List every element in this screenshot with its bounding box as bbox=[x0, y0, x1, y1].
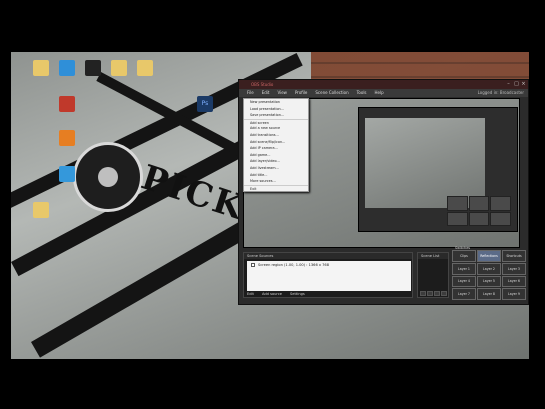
folder-icon[interactable] bbox=[137, 60, 153, 76]
menu-item-view[interactable]: View bbox=[277, 89, 287, 97]
move-down-button[interactable] bbox=[441, 291, 447, 296]
pdf-icon[interactable] bbox=[59, 96, 75, 112]
switches-grid: Clips Reflections Shortcuts Layer 1 Layer 2L… bbox=[452, 250, 526, 300]
source-checkbox[interactable] bbox=[251, 263, 255, 267]
add-source-button[interactable]: Add source bbox=[262, 292, 282, 296]
menu-item-file[interactable]: File bbox=[247, 89, 254, 97]
switch-button[interactable]: Layer 7 bbox=[452, 288, 476, 300]
maximize-icon[interactable]: □ bbox=[513, 81, 520, 87]
add-scene-button[interactable] bbox=[420, 291, 426, 296]
menu-item[interactable]: Add a new source bbox=[244, 125, 308, 132]
menu-item[interactable]: Add scene/flip/icon... bbox=[244, 139, 308, 146]
switch-button[interactable]: Layer 9 bbox=[502, 288, 526, 300]
switch-button[interactable]: Shortcuts bbox=[502, 250, 526, 262]
photoshop-icon[interactable]: Ps bbox=[197, 96, 213, 112]
sources-title: Scene Sources bbox=[244, 253, 412, 259]
switch-button[interactable]: Layer 1 bbox=[452, 262, 476, 275]
menu-item-help[interactable]: Help bbox=[375, 89, 384, 97]
desktop: PICK U Ps OBS Studio – □ × File Edit Vie… bbox=[11, 52, 529, 359]
switch-button[interactable]: Layer 6 bbox=[502, 275, 526, 288]
switch-button[interactable]: Layer 8 bbox=[477, 288, 501, 300]
minimize-icon[interactable]: – bbox=[505, 81, 512, 87]
wallpaper-logo bbox=[73, 142, 143, 212]
menu-item[interactable]: Add livestream... bbox=[244, 165, 308, 172]
menu-bar: File Edit View Profile Scene Collection … bbox=[239, 89, 528, 97]
menu-item[interactable]: Add screen bbox=[244, 118, 308, 126]
globe-icon[interactable] bbox=[59, 166, 75, 182]
scenes-panel: Scene List bbox=[417, 252, 449, 298]
menu-item[interactable]: Load presentation... bbox=[244, 106, 308, 113]
folder-icon[interactable] bbox=[33, 60, 49, 76]
switch-button[interactable]: Layer 5 bbox=[477, 275, 501, 288]
list-item[interactable]: Screen region (1.00, 1.00) : 1366 x 768 bbox=[247, 261, 411, 269]
app-icon[interactable] bbox=[59, 60, 75, 76]
menu-item[interactable]: Exit bbox=[244, 184, 308, 192]
menu-item[interactable]: Save presentation... bbox=[244, 112, 308, 119]
terminal-icon[interactable] bbox=[85, 60, 101, 76]
menu-item[interactable]: More sources... bbox=[244, 178, 308, 185]
title-bar: OBS Studio – □ × bbox=[239, 80, 528, 89]
switch-button[interactable]: Clips bbox=[452, 250, 476, 262]
move-up-button[interactable] bbox=[434, 291, 440, 296]
menu-item[interactable]: Add title... bbox=[244, 172, 308, 179]
sources-toolbar: Edit Add source Settings bbox=[247, 292, 305, 296]
menu-item[interactable]: Add game... bbox=[244, 152, 308, 159]
sources-panel: Scene Sources Screen region (1.00, 1.00)… bbox=[243, 252, 413, 298]
window-title: OBS Studio bbox=[251, 82, 274, 87]
remove-scene-button[interactable] bbox=[427, 291, 433, 296]
folder-icon[interactable] bbox=[111, 60, 127, 76]
login-status[interactable]: Logged in: Broadcaster bbox=[478, 89, 524, 97]
switch-button[interactable]: Layer 2 bbox=[477, 262, 501, 275]
menu-item[interactable]: Add transitions... bbox=[244, 132, 308, 139]
settings-button[interactable]: Settings bbox=[290, 292, 305, 296]
media-icon[interactable] bbox=[59, 130, 75, 146]
nested-preview-window bbox=[358, 107, 518, 232]
switch-button[interactable]: Layer 4 bbox=[452, 275, 476, 288]
menu-item[interactable]: Add IP camera... bbox=[244, 145, 308, 152]
app-window: OBS Studio – □ × File Edit View Profile … bbox=[238, 79, 529, 305]
switch-button[interactable]: Reflections bbox=[477, 250, 501, 262]
close-icon[interactable]: × bbox=[520, 81, 527, 87]
scenes-title: Scene List bbox=[418, 253, 448, 259]
menu-item-profile[interactable]: Profile bbox=[295, 89, 307, 97]
source-list: Screen region (1.00, 1.00) : 1366 x 768 bbox=[247, 261, 411, 291]
add-menu-dropdown: New presentation Load presentation... Save… bbox=[243, 98, 309, 193]
menu-item-edit[interactable]: Edit bbox=[262, 89, 270, 97]
edit-button[interactable]: Edit bbox=[247, 292, 254, 296]
folder-icon[interactable] bbox=[33, 202, 49, 218]
menu-item-tools[interactable]: Tools bbox=[357, 89, 367, 97]
menu-item[interactable]: New presentation bbox=[244, 99, 308, 106]
switch-button[interactable]: Layer 3 bbox=[502, 262, 526, 275]
nested-preview-canvas bbox=[365, 118, 485, 208]
source-label: Screen region (1.00, 1.00) : 1366 x 768 bbox=[258, 263, 330, 267]
menu-item-scene-collection[interactable]: Scene Collection bbox=[315, 89, 348, 97]
menu-item[interactable]: Add layer/video... bbox=[244, 158, 308, 165]
nested-button-grid bbox=[447, 196, 511, 226]
